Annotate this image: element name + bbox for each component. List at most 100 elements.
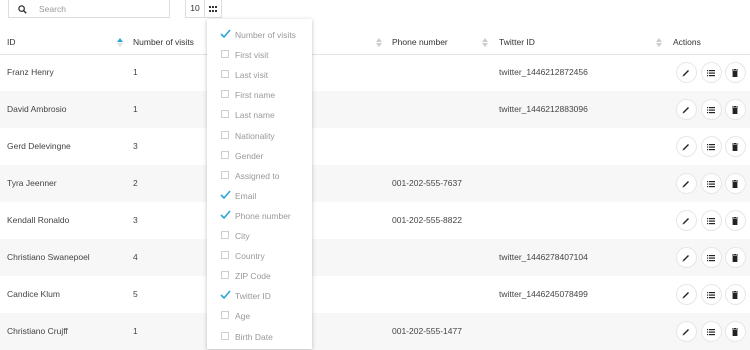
- checkbox[interactable]: [221, 170, 229, 179]
- checkbox[interactable]: [221, 50, 229, 59]
- details-button[interactable]: [701, 285, 721, 304]
- column-option[interactable]: Last visit: [207, 65, 312, 85]
- list-icon: [707, 106, 715, 113]
- column-option[interactable]: Age: [207, 306, 312, 326]
- column-option[interactable]: Last name: [207, 105, 312, 125]
- search-input[interactable]: [39, 0, 164, 17]
- column-visibility-menu: Number of visits First visit Last visit Fir…: [207, 19, 312, 349]
- checkbox[interactable]: [221, 271, 229, 280]
- cell-phone: 001-202-555-8822: [392, 215, 462, 225]
- column-option[interactable]: Number of visits: [207, 25, 312, 45]
- column-option-label: First name: [235, 90, 276, 101]
- trash-icon: [732, 68, 738, 77]
- sort-icon[interactable]: [656, 38, 662, 47]
- details-button[interactable]: [701, 211, 721, 230]
- edit-button[interactable]: [676, 322, 696, 341]
- column-header-id[interactable]: ID: [7, 30, 16, 54]
- checkbox[interactable]: [221, 110, 229, 119]
- sort-asc-icon[interactable]: [117, 38, 123, 47]
- pencil-icon: [682, 143, 689, 150]
- details-button[interactable]: [701, 322, 721, 341]
- column-option-label: Birth Date: [235, 331, 273, 342]
- column-header-visits[interactable]: Number of visits: [133, 30, 194, 54]
- checkbox[interactable]: [221, 231, 229, 239]
- trash-icon: [732, 253, 738, 262]
- delete-button[interactable]: [725, 100, 745, 119]
- column-option[interactable]: Country: [207, 246, 312, 266]
- details-button[interactable]: [701, 248, 721, 267]
- column-option-label: ZIP Code: [235, 271, 271, 282]
- checkbox[interactable]: [221, 251, 229, 260]
- delete-button[interactable]: [725, 137, 745, 156]
- checkbox[interactable]: [221, 90, 229, 99]
- page-size-select[interactable]: 10: [185, 0, 205, 18]
- column-option[interactable]: ZIP Code: [207, 266, 312, 286]
- toolbar: 10: [0, 0, 750, 20]
- column-option[interactable]: Nationality: [207, 126, 312, 146]
- table-row: Candice Klum 5 twitter_1446245078499: [0, 276, 750, 313]
- cell-twitter: twitter_1446278407104: [499, 252, 588, 262]
- table-row: Tyra Jeenner 2 001-202-555-7637: [0, 165, 750, 202]
- checkbox[interactable]: [221, 130, 229, 139]
- trash-icon: [732, 179, 738, 188]
- cell-name: Tyra Jeenner: [7, 178, 57, 188]
- delete-button[interactable]: [725, 285, 745, 304]
- pencil-icon: [682, 254, 689, 261]
- edit-button[interactable]: [676, 285, 696, 304]
- column-option[interactable]: Twitter ID: [207, 286, 312, 306]
- column-option-label: Last name: [235, 110, 275, 121]
- column-option[interactable]: Assigned to: [207, 166, 312, 186]
- edit-button[interactable]: [676, 100, 696, 119]
- checkmark-icon: [220, 290, 231, 300]
- checkbox[interactable]: [221, 150, 229, 159]
- column-visibility-button[interactable]: [205, 0, 222, 18]
- grid-icon: [209, 5, 217, 12]
- sort-icon[interactable]: [482, 38, 488, 47]
- sort-icon[interactable]: [376, 38, 382, 47]
- column-header-phone[interactable]: Phone number: [392, 30, 448, 54]
- column-header-twitter[interactable]: Twitter ID: [499, 30, 535, 54]
- column-option-label: Assigned to: [235, 170, 280, 181]
- column-option-label: Gender: [235, 150, 264, 161]
- edit-button[interactable]: [676, 137, 696, 156]
- details-button[interactable]: [701, 100, 721, 119]
- cell-twitter: twitter_1446245078499: [499, 289, 588, 299]
- checkbox[interactable]: [221, 331, 229, 340]
- delete-button[interactable]: [725, 174, 745, 193]
- column-option[interactable]: Birth Date: [207, 327, 312, 347]
- checkbox[interactable]: [221, 70, 229, 79]
- details-button[interactable]: [701, 174, 721, 193]
- edit-button[interactable]: [676, 211, 696, 230]
- delete-button[interactable]: [725, 248, 745, 267]
- search-box[interactable]: [8, 0, 170, 18]
- pencil-icon: [682, 291, 689, 298]
- column-option-label: Last visit: [235, 70, 269, 81]
- column-option[interactable]: First visit: [207, 45, 312, 65]
- delete-button[interactable]: [725, 322, 745, 341]
- column-option[interactable]: Phone number: [207, 206, 312, 226]
- checkbox[interactable]: [221, 311, 229, 320]
- delete-button[interactable]: [725, 63, 745, 82]
- edit-button[interactable]: [676, 63, 696, 82]
- table-row: David Ambrosio 1 twitter_1446212883096: [0, 91, 750, 128]
- table-row: Franz Henry 1 twitter_1446212872456: [0, 54, 750, 91]
- search-icon: [18, 5, 27, 14]
- column-option[interactable]: First name: [207, 85, 312, 105]
- column-option[interactable]: City: [207, 226, 312, 246]
- column-option-label: Nationality: [235, 130, 275, 141]
- edit-button[interactable]: [676, 174, 696, 193]
- details-button[interactable]: [701, 63, 721, 82]
- column-option[interactable]: Email: [207, 186, 312, 206]
- delete-button[interactable]: [725, 211, 745, 230]
- column-option-label: Twitter ID: [235, 291, 271, 302]
- details-button[interactable]: [701, 137, 721, 156]
- cell-name: Christiano Swanepoel: [7, 252, 90, 262]
- edit-button[interactable]: [676, 248, 696, 267]
- cell-visits: 1: [133, 67, 138, 77]
- column-option-label: First visit: [235, 50, 269, 61]
- column-header-actions: Actions: [673, 37, 701, 47]
- checkmark-icon: [220, 190, 231, 199]
- cell-twitter: twitter_1446212872456: [499, 67, 588, 77]
- column-option[interactable]: Gender: [207, 146, 312, 166]
- cell-name: Candice Klum: [7, 289, 60, 299]
